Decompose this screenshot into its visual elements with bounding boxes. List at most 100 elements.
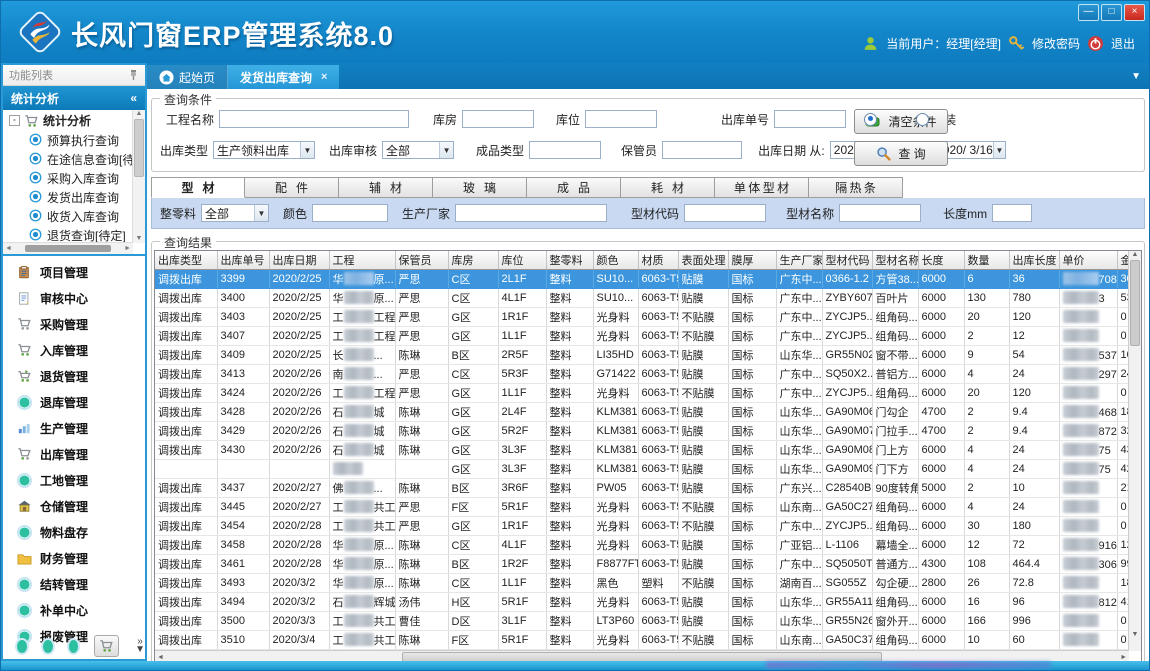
column-header[interactable]: 颜色 — [593, 251, 638, 270]
minimize-button[interactable]: — — [1078, 4, 1099, 21]
factory-input[interactable] — [455, 204, 607, 222]
column-header[interactable]: 型材名称 — [872, 251, 918, 270]
sidebar-item-退货管理[interactable]: 退货管理 — [3, 363, 145, 389]
keeper-input[interactable] — [662, 141, 742, 159]
location-input[interactable] — [585, 110, 657, 128]
column-header[interactable]: 出库长度 — [1009, 251, 1059, 270]
profile-name-input[interactable] — [839, 204, 921, 222]
sidebar-item-生产管理[interactable]: 生产管理 — [3, 415, 145, 441]
material-tab-玻璃[interactable]: 玻璃 — [433, 177, 527, 198]
material-tab-耗材[interactable]: 耗材 — [621, 177, 715, 198]
sidebar-item-仓储管理[interactable]: 仓储管理 — [3, 493, 145, 519]
tree-horizontal-scrollbar[interactable]: ◄► — [3, 242, 133, 254]
outbound-audit-select[interactable]: 全部▼ — [382, 141, 454, 159]
column-header[interactable]: 长度 — [918, 251, 964, 270]
grid-horizontal-scrollbar[interactable]: ◄► — [155, 650, 1129, 661]
tree-item[interactable]: 收货入库查询 — [3, 207, 133, 226]
tab-shipping-outbound-query[interactable]: 发货出库查询 × — [228, 65, 339, 89]
sidebar-item-工地管理[interactable]: 工地管理 — [3, 467, 145, 493]
collapse-icon[interactable]: « — [130, 91, 137, 105]
table-row[interactable]: 调拨出库34372020/2/27佛...陈琳B区3R6F整料PW056063-… — [155, 479, 1142, 498]
table-row[interactable]: 调拨出库34612020/2/28华原...陈琳B区1R2F整料F8877FT6… — [155, 555, 1142, 574]
table-row[interactable]: 调拨出库34242020/2/26工工程严思G区1L1F整料光身料6063-T5… — [155, 384, 1142, 403]
quick-circle-icon[interactable] — [69, 640, 79, 653]
tab-close-icon[interactable]: × — [321, 71, 327, 83]
table-row[interactable]: 调拨出库34302020/2/26石城陈琳G区3L3F整料KLM38176063… — [155, 441, 1142, 460]
pin-icon[interactable] — [128, 69, 139, 81]
table-row[interactable]: 调拨出库34032020/2/25工工程严思G区1R1F整料光身料6063-T5… — [155, 308, 1142, 327]
column-header[interactable]: 生产厂家 — [776, 251, 822, 270]
table-row[interactable]: 调拨出库34942020/3/2石辉城汤伟H区5R1F整料光身料6063-T5贴… — [155, 593, 1142, 612]
tree-root[interactable]: - 统计分析 — [3, 110, 133, 131]
column-header[interactable]: 保管员 — [395, 251, 448, 270]
length-input[interactable] — [992, 204, 1032, 222]
tab-home[interactable]: 起始页 — [147, 65, 228, 89]
table-row[interactable]: 调拨出库35002020/3/3工共工程曹佳D区3L1F整料LT3P606063… — [155, 612, 1142, 631]
quick-cart-button[interactable] — [94, 635, 119, 657]
table-row[interactable]: 调拨出库34542020/2/28工共工程严思G区1R1F整料光身料6063-T… — [155, 517, 1142, 536]
sidebar-item-物料盘存[interactable]: 物料盘存 — [3, 519, 145, 545]
table-row[interactable]: 调拨出库34282020/2/26石城陈琳G区2L4F整料KLM38176063… — [155, 403, 1142, 422]
table-row[interactable]: 调拨出库34452020/2/27工共工程严思F区5R1F整料光身料6063-T… — [155, 498, 1142, 517]
column-header[interactable]: 型材代码 — [822, 251, 872, 270]
maximize-button[interactable]: □ — [1101, 4, 1122, 21]
column-header[interactable]: 工程 — [329, 251, 395, 270]
column-header[interactable]: 出库类型 — [155, 251, 217, 270]
logout-link[interactable]: 退出 — [1111, 35, 1135, 52]
tree-vertical-scrollbar[interactable]: ▲▼ — [132, 110, 145, 243]
material-tab-单体型材[interactable]: 单体型材 — [715, 177, 809, 198]
search-button[interactable]: 查 询 — [854, 141, 948, 166]
column-header[interactable]: 库位 — [498, 251, 546, 270]
column-header[interactable]: 整零料 — [546, 251, 593, 270]
change-password-link[interactable]: 修改密码 — [1032, 35, 1080, 52]
tree-item[interactable]: 发货出库查询 — [3, 188, 133, 207]
column-header[interactable]: 库房 — [448, 251, 498, 270]
sidebar-overflow-button[interactable]: »▼ — [135, 638, 145, 654]
tree-item[interactable]: 在途信息查询[待 — [3, 150, 133, 169]
sidebar-item-入库管理[interactable]: 入库管理 — [3, 337, 145, 363]
project-name-input[interactable] — [219, 110, 409, 128]
material-tab-型材[interactable]: 型材 — [151, 177, 245, 198]
quick-circle-icon[interactable] — [17, 640, 27, 653]
table-row[interactable]: 调拨出库34072020/2/25工工程严思G区1L1F整料光身料6063-T5… — [155, 327, 1142, 346]
column-header[interactable]: 出库单号 — [217, 251, 269, 270]
outbound-order-input[interactable] — [774, 110, 846, 128]
column-header[interactable]: 出库日期 — [269, 251, 329, 270]
tree-item[interactable]: 采购入库查询 — [3, 169, 133, 188]
table-row[interactable]: 调拨出库34582020/2/28华原...陈琳C区4L1F整料光身料6063-… — [155, 536, 1142, 555]
outbound-type-select[interactable]: 生产领料出库▼ — [213, 141, 315, 159]
sidebar-item-项目管理[interactable]: 项目管理 — [3, 259, 145, 285]
table-row[interactable]: 调拨出库34092020/2/25长...陈琳B区2R5F整料LI35HD606… — [155, 346, 1142, 365]
table-row[interactable]: 调拨出库34292020/2/26石城陈琳G区5R2F整料KLM38176063… — [155, 422, 1142, 441]
sidebar-item-采购管理[interactable]: 采购管理 — [3, 311, 145, 337]
sidebar-item-财务管理[interactable]: 财务管理 — [3, 545, 145, 571]
grid-vertical-scrollbar[interactable]: ▲▼ — [1128, 251, 1141, 651]
column-header[interactable]: 表面处理 — [678, 251, 728, 270]
sidebar-item-出库管理[interactable]: 出库管理 — [3, 441, 145, 467]
tab-list-dropdown-icon[interactable]: ▼ — [1131, 71, 1141, 82]
table-row[interactable]: G区3L3F整料KLM38176063-T5贴膜国标山东华...GA90M09.… — [155, 460, 1142, 479]
material-tab-辅材[interactable]: 辅材 — [339, 177, 433, 198]
sidebar-item-审核中心[interactable]: 审核中心 — [3, 285, 145, 311]
tree-expander-icon[interactable]: - — [9, 115, 20, 126]
table-row[interactable]: 调拨出库34932020/3/2华原...陈琳C区1L1F整料黑色塑料不贴膜国标… — [155, 574, 1142, 593]
quick-circle-icon[interactable] — [43, 640, 53, 653]
sidebar-item-退库管理[interactable]: 退库管理 — [3, 389, 145, 415]
sidebar-item-补单中心[interactable]: 补单中心 — [3, 597, 145, 623]
tree-item[interactable]: 退货查询[待定] — [3, 226, 133, 243]
warehouse-input[interactable] — [462, 110, 534, 128]
material-tab-配件[interactable]: 配件 — [245, 177, 339, 198]
table-row[interactable]: 调拨出库35102020/3/4工共工程陈琳F区5R1F整料光身料6063-T5… — [155, 631, 1142, 650]
column-header[interactable]: 材质 — [638, 251, 678, 270]
table-row[interactable]: 调拨出库34002020/2/25华原...严思C区4L1F整料SU10...6… — [155, 289, 1142, 308]
table-row[interactable]: 调拨出库33992020/2/25华原...严思C区2L1F整料SU10...6… — [155, 270, 1142, 289]
material-tab-隔热条[interactable]: 隔热条 — [809, 177, 903, 198]
product-type-input[interactable] — [529, 141, 601, 159]
table-row[interactable]: 调拨出库34132020/2/26南...严思C区5R3F整料G71422606… — [155, 365, 1142, 384]
material-tab-成品[interactable]: 成品 — [527, 177, 621, 198]
close-button[interactable]: × — [1124, 4, 1145, 21]
column-header[interactable]: 数量 — [964, 251, 1009, 270]
section-header[interactable]: 统计分析 « — [3, 86, 145, 110]
column-header[interactable]: 膜厚 — [728, 251, 776, 270]
wholepart-select[interactable]: 全部▼ — [201, 204, 269, 222]
